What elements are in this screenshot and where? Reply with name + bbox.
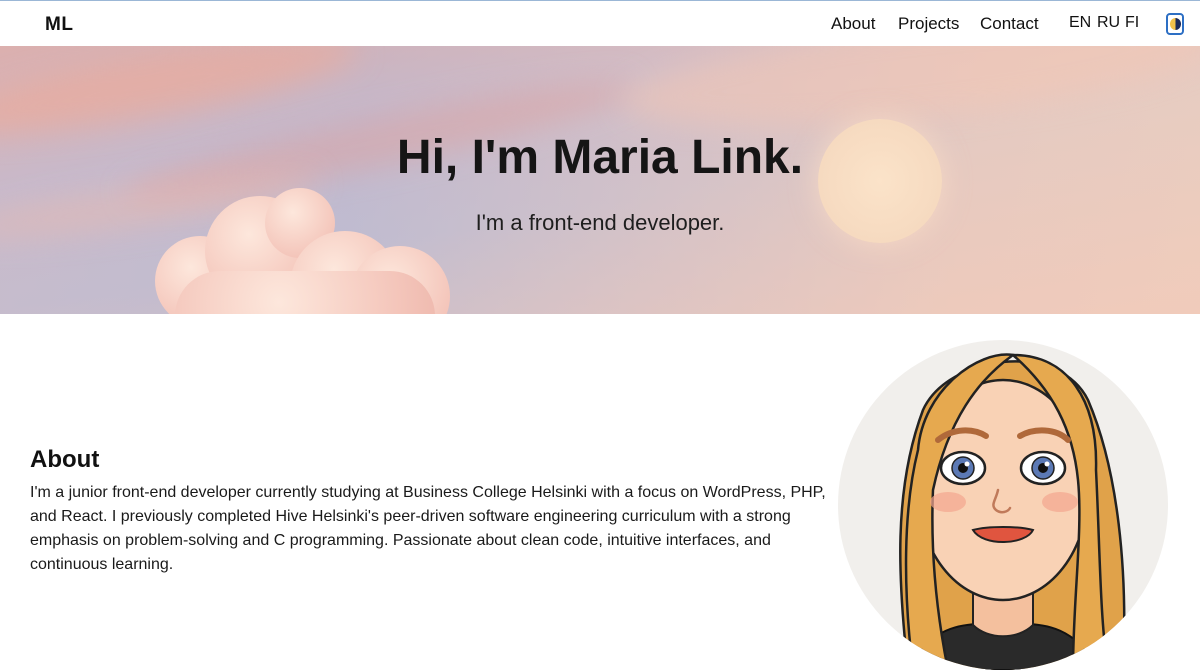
half-moon-icon xyxy=(1170,18,1181,30)
cloud-illustration xyxy=(175,271,435,314)
hero-subtitle: I'm a front-end developer. xyxy=(475,210,725,235)
language-ru-button[interactable]: RU xyxy=(1097,14,1120,32)
nav-projects-text[interactable]: Projects xyxy=(898,14,959,33)
site-logo[interactable]: ML xyxy=(45,14,73,36)
nav-about-link[interactable]: About xyxy=(831,14,875,34)
nav-contact-text[interactable]: Contact xyxy=(980,14,1039,33)
theme-toggle-button[interactable] xyxy=(1166,13,1184,35)
language-fi-button[interactable]: FI xyxy=(1125,14,1139,32)
cartoon-portrait-icon xyxy=(899,353,1126,670)
top-navigation-bar: ML About Projects Contact EN RU FI xyxy=(0,0,1200,46)
about-heading: About xyxy=(30,446,100,473)
about-paragraph: I'm a junior front-end developer current… xyxy=(30,484,826,573)
hero-title: Hi, I'm Maria Link. xyxy=(396,131,804,184)
nav-contact-link[interactable]: Contact xyxy=(980,14,1039,34)
language-en-button[interactable]: EN xyxy=(1069,14,1091,32)
hero-banner: Hi, I'm Maria Link. I'm a front-end deve… xyxy=(0,46,1200,314)
nav-projects-link[interactable]: Projects xyxy=(898,14,959,34)
avatar xyxy=(838,340,1168,670)
nav-about-text[interactable]: About xyxy=(831,14,875,33)
